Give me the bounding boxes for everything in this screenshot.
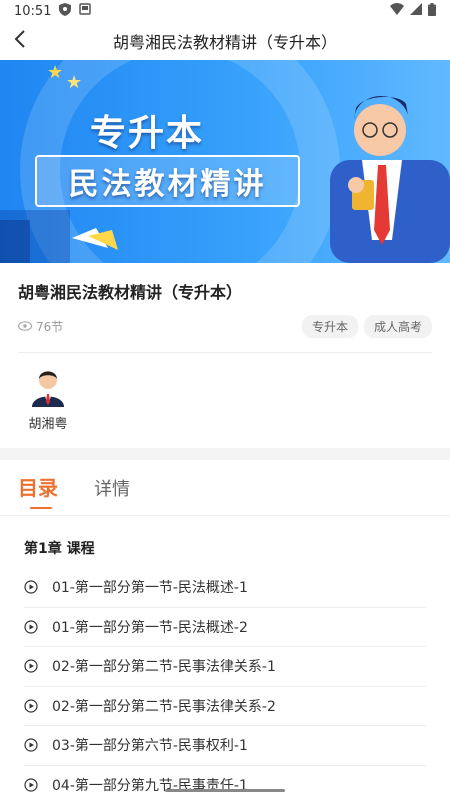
play-icon (24, 659, 52, 673)
lesson-title: 02-第一部分第二节-民事法律关系-2 (52, 698, 276, 715)
eye-icon (17, 320, 33, 334)
back-button[interactable] (0, 22, 40, 60)
lesson-item[interactable]: 02-第一部分第二节-民事法律关系-2 (24, 687, 426, 726)
status-time: 10:51 (14, 3, 52, 19)
course-banner: ★ ★ 专升本 民法教材精讲 (0, 60, 450, 263)
play-icon (24, 699, 52, 713)
lesson-count-text: 76节 (36, 320, 64, 334)
shield-icon (59, 2, 72, 20)
gesture-home-bar[interactable] (165, 789, 285, 792)
play-icon (24, 738, 52, 752)
banner-subtitle: 民法教材精讲 (35, 155, 300, 207)
cell-signal-icon (410, 3, 422, 19)
status-bar: 10:51 (0, 0, 450, 22)
app-bar: 胡粤湘民法教材精讲（专升本） (0, 22, 450, 60)
lesson-count: 76节 (17, 318, 64, 335)
avatar (30, 367, 66, 411)
course-info: 胡粤湘民法教材精讲（专升本） 76节 专升本 成人高考 胡湘粤 (0, 263, 450, 448)
tag-badge: 成人高考 (363, 315, 432, 338)
chevron-left-icon (14, 30, 26, 52)
star-icon: ★ (66, 72, 83, 93)
play-icon (24, 778, 52, 792)
chapter-title: 第1章 课程 (24, 541, 95, 557)
banner-headline: 专升本 (90, 113, 205, 154)
wifi-icon (390, 3, 404, 19)
content-tabs: 目录 详情 (0, 460, 450, 516)
page-title: 胡粤湘民法教材精讲（专升本） (112, 33, 337, 52)
star-icon: ★ (47, 62, 64, 83)
lesson-item[interactable]: 03-第一部分第六节-民事权利-1 (24, 726, 426, 766)
lesson-item[interactable]: 01-第一部分第一节-民法概述-2 (24, 608, 426, 647)
sim-card-icon (79, 3, 92, 19)
lesson-title: 01-第一部分第一节-民法概述-2 (52, 619, 248, 636)
course-tags: 专升本 成人高考 (301, 315, 432, 338)
section-divider (0, 448, 450, 460)
lesson-item[interactable]: 01-第一部分第一节-民法概述-1 (24, 568, 426, 608)
play-icon (24, 620, 52, 634)
lesson-title: 03-第一部分第六节-民事权利-1 (52, 738, 248, 755)
lesson-item[interactable]: 02-第一部分第二节-民事法律关系-1 (24, 647, 426, 687)
lesson-item[interactable]: 04-第一部分第九节-民事责任-1 (24, 766, 426, 800)
lesson-title: 01-第一部分第一节-民法概述-1 (52, 580, 248, 597)
teacher-name: 胡湘粤 (28, 417, 68, 432)
tab-catalog[interactable]: 目录 (18, 472, 58, 515)
battery-icon (428, 2, 436, 20)
teacher-profile[interactable]: 胡湘粤 (18, 353, 78, 448)
chapter-section: 第1章 课程 01-第一部分第一节-民法概述-1 01-第一部分第一节-民法概述… (0, 516, 450, 800)
tab-details[interactable]: 详情 (94, 475, 130, 515)
tag-badge: 专升本 (301, 315, 358, 338)
course-title: 胡粤湘民法教材精讲（专升本） (18, 283, 243, 302)
lesson-title: 02-第一部分第二节-民事法律关系-1 (52, 659, 276, 676)
play-icon (24, 580, 52, 594)
